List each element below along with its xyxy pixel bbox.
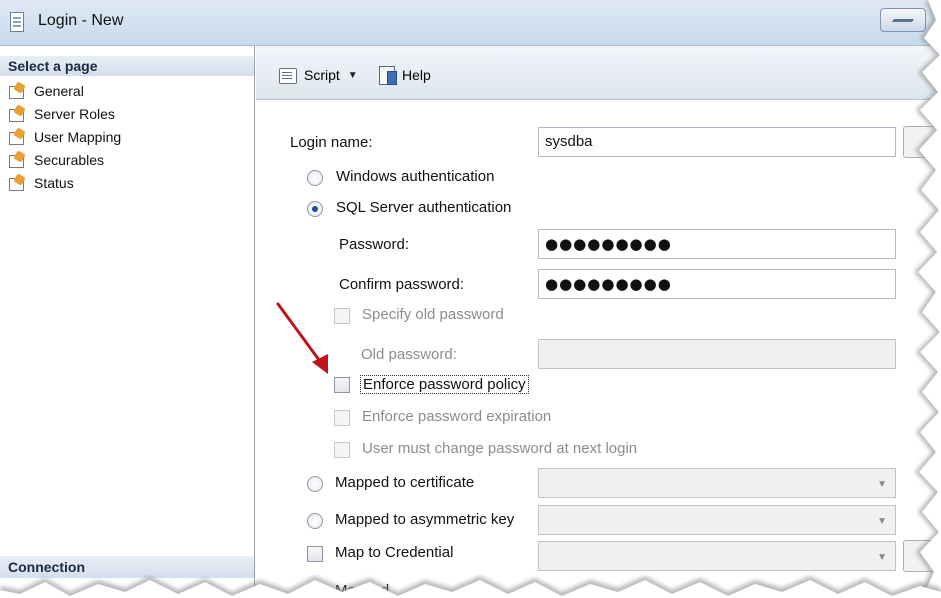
help-label: Help [402,67,431,83]
enforce-password-policy-checkbox[interactable] [334,377,350,393]
search-button[interactable] [903,126,941,158]
window-title: Login - New [38,12,124,29]
windows-auth-label: Windows authentication [336,168,495,185]
sql-auth-label: SQL Server authentication [336,199,512,216]
windows-auth-radio[interactable] [307,170,323,186]
sidebar-item-label: Server Roles [34,106,115,122]
must-change-password-checkbox[interactable] [334,442,350,458]
map-to-credential-label: Map to Credential [335,544,454,561]
add-credential-button[interactable] [903,540,941,572]
connection-header: Connection [0,556,254,578]
document-icon [10,12,24,32]
chevron-down-icon: ▼ [877,479,887,490]
sidebar-item-status[interactable]: Status [8,172,77,194]
map-to-credential-checkbox[interactable] [307,546,323,562]
page-icon [8,152,26,168]
specify-old-password-label: Specify old password [362,306,504,323]
sidebar-item-label: General [31,83,87,99]
help-icon [378,65,398,85]
page-icon [8,129,26,145]
help-button[interactable]: Help [378,64,431,86]
page-selector-panel: Select a page General Server Roles User … [0,46,255,598]
sidebar-item-securables[interactable]: Securables [8,149,107,171]
sidebar-item-label: User Mapping [34,129,122,145]
page-icon [8,175,26,191]
sidebar-item-label: Securables [34,152,105,168]
login-new-window: Login - New Select a page General Server… [0,0,941,598]
mapped-to-certificate-radio[interactable] [307,476,323,492]
certificate-select[interactable]: ▼ [538,468,896,498]
login-name-label: Login name: [290,134,373,151]
page-icon [8,106,26,122]
sql-auth-radio[interactable] [307,201,323,217]
asymmetric-key-select[interactable]: ▼ [538,505,896,535]
sidebar-item-user-mapping[interactable]: User Mapping [8,126,124,148]
chevron-down-icon: ▼ [877,516,887,527]
annotation-arrow-icon [276,302,328,374]
script-icon [278,66,298,84]
title-bar: Login - New [0,0,941,46]
mapped-to-asymmetric-key-radio[interactable] [307,513,323,529]
mapped-credentials-label: Mapped [335,582,390,598]
select-a-page-header: Select a page [0,56,254,76]
enforce-password-expiration-label: Enforce password expiration [362,408,552,425]
password-input[interactable]: ●●●●●●●●● [538,229,896,259]
toolbar: Script ▼ Help [256,46,941,100]
must-change-password-label: User must change password at next login [362,440,638,457]
script-button[interactable]: Script ▼ [278,64,358,86]
old-password-label: Old password: [361,346,457,363]
page-icon [8,83,26,99]
enforce-password-policy-label: Enforce password policy [360,375,529,394]
mapped-to-asymmetric-key-label: Mapped to asymmetric key [335,511,515,528]
dropdown-arrow-icon[interactable]: ▼ [348,70,358,81]
specify-old-password-checkbox[interactable] [334,308,350,324]
credential-select[interactable]: ▼ [538,541,896,571]
confirm-password-label: Confirm password: [339,276,465,293]
sidebar-item-server-roles[interactable]: Server Roles [8,103,118,125]
mapped-to-certificate-label: Mapped to certificate [335,474,475,491]
sidebar-item-general[interactable]: General [8,80,87,102]
password-label: Password: [339,236,410,253]
old-password-input[interactable] [538,339,896,369]
chevron-down-icon: ▼ [877,552,887,563]
confirm-password-input[interactable]: ●●●●●●●●● [538,269,896,299]
login-name-input[interactable]: sysdba [538,127,896,157]
minimize-button[interactable] [880,8,926,32]
sidebar-item-label: Status [34,175,74,191]
enforce-password-expiration-checkbox[interactable] [334,410,350,426]
script-label: Script [304,67,340,83]
